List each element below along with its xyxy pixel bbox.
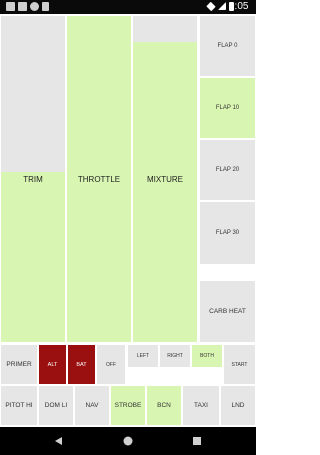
beacon-light-switch[interactable]: BCN <box>147 386 181 425</box>
trim-slider[interactable]: TRIM <box>1 16 65 342</box>
throttle-slider[interactable]: THROTTLE <box>67 16 131 342</box>
home-icon[interactable] <box>123 436 133 446</box>
carb-heat-button[interactable]: CARB HEAT <box>200 281 255 342</box>
status-time: 9:05 <box>229 1 249 12</box>
dome-light-switch[interactable]: DOM LI <box>39 386 73 425</box>
pitot-heat-switch[interactable]: PITOT HI <box>1 386 37 425</box>
nav-light-switch[interactable]: NAV <box>75 386 109 425</box>
mixture-label: MIXTURE <box>147 175 183 184</box>
bat-switch[interactable]: BAT <box>68 345 95 384</box>
recents-icon[interactable] <box>193 437 201 445</box>
throttle-label: THROTTLE <box>77 175 121 184</box>
mixture-slider-fill <box>133 42 197 342</box>
mixture-slider[interactable]: MIXTURE <box>133 16 197 342</box>
flap-20-button[interactable]: FLAP 20 <box>200 140 255 200</box>
strobe-light-switch[interactable]: STROBE <box>111 386 145 425</box>
flap-0-button[interactable]: FLAP 0 <box>200 16 255 76</box>
sd-card-icon <box>42 2 49 11</box>
start-button[interactable]: START <box>224 345 255 384</box>
landing-light-switch[interactable]: LND <box>221 386 255 425</box>
wifi-icon <box>206 1 216 12</box>
signal-icon <box>218 2 226 10</box>
magneto-right-button[interactable]: RIGHT <box>160 345 190 367</box>
magneto-off-button[interactable]: OFF <box>97 345 125 384</box>
primer-button[interactable]: PRIMER <box>1 345 37 384</box>
nav-buttons <box>55 436 201 446</box>
navigation-bar <box>0 427 256 455</box>
magneto-left-button[interactable]: LEFT <box>128 345 158 367</box>
notification-icon <box>6 2 15 11</box>
flap-10-button[interactable]: FLAP 10 <box>200 78 255 138</box>
status-bar: 9:05 <box>0 0 256 14</box>
magneto-both-button[interactable]: BOTH <box>192 345 222 367</box>
trim-slider-fill <box>1 172 65 342</box>
photo-icon <box>18 2 27 11</box>
taxi-light-switch[interactable]: TAXI <box>183 386 219 425</box>
alt-switch[interactable]: ALT <box>39 345 66 384</box>
sync-icon <box>30 2 39 11</box>
back-icon[interactable] <box>55 437 62 445</box>
trim-label: TRIM <box>23 175 43 184</box>
flap-30-button[interactable]: FLAP 30 <box>200 202 255 264</box>
